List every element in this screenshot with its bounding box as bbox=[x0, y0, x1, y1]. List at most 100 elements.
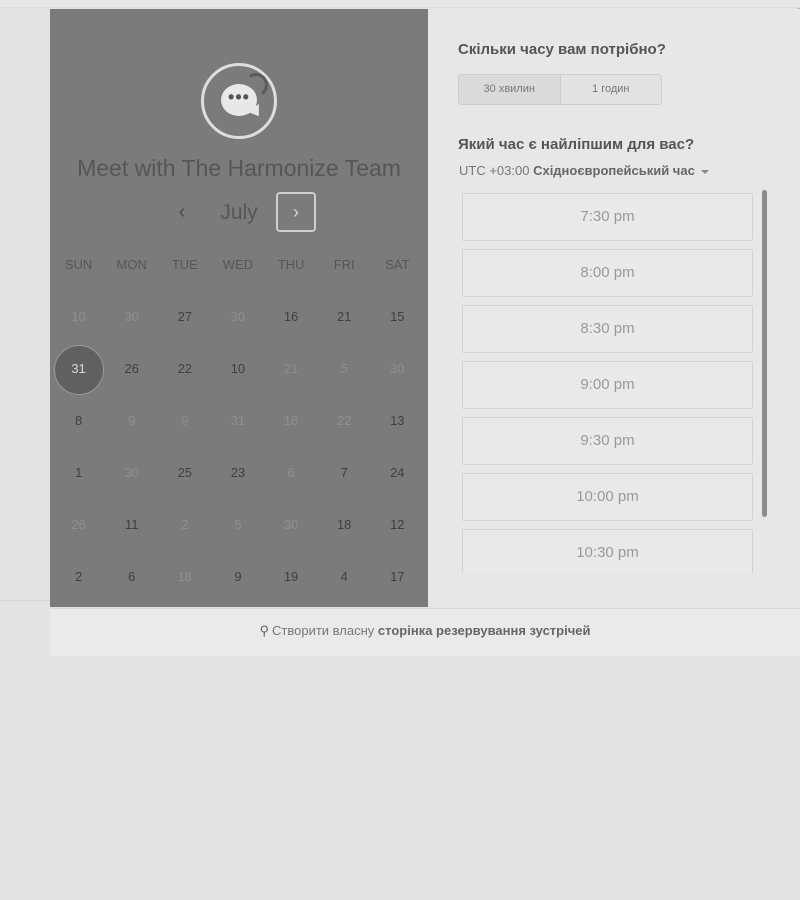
time-slot[interactable]: 9:30 pm bbox=[462, 417, 753, 465]
calendar-day[interactable]: 13 bbox=[371, 395, 424, 447]
calendar-day-number: 18 bbox=[283, 413, 299, 428]
weekday-label: WED bbox=[222, 257, 254, 272]
calendar-day-number: 26 bbox=[124, 361, 139, 376]
calendar-day-number: 9 bbox=[181, 413, 189, 428]
duration-option-1hour[interactable]: 1 годин bbox=[561, 75, 662, 104]
calendar-day-number: 26 bbox=[71, 517, 86, 532]
calendar-day[interactable]: 17 bbox=[371, 551, 424, 603]
time-slot[interactable]: 8:30 pm bbox=[462, 305, 753, 353]
calendar-day: 2 bbox=[158, 499, 211, 551]
calendar-day[interactable]: 6 bbox=[105, 551, 158, 603]
calendar-day[interactable]: 24 bbox=[371, 447, 424, 499]
calendar-day: 26 bbox=[52, 499, 105, 551]
calendar-day[interactable]: 9 bbox=[211, 551, 264, 603]
calendar-day[interactable]: 4 bbox=[318, 551, 371, 603]
time-question: Який час є найліпшим для вас? bbox=[458, 136, 695, 153]
meeting-title: Meet with The Harmonize Team bbox=[77, 155, 401, 181]
calendar-day-number: 13 bbox=[390, 413, 405, 428]
time-slot[interactable]: 10:00 pm bbox=[462, 473, 753, 521]
calendar-day[interactable]: 8 bbox=[52, 395, 105, 447]
calendar-week-row: 31 26 22 10 21 5 30 bbox=[52, 343, 424, 395]
prev-month-button[interactable]: ‹ bbox=[168, 199, 196, 227]
calendar-day[interactable]: 19 bbox=[265, 551, 318, 603]
calendar-day-number: 16 bbox=[283, 309, 299, 324]
calendar-day[interactable]: 12 bbox=[371, 499, 424, 551]
weekday-label: THU bbox=[277, 257, 305, 272]
weekday-label: SUN bbox=[64, 257, 93, 272]
calendar-day[interactable]: 11 bbox=[105, 499, 158, 551]
calendar-day-number: 7 bbox=[340, 465, 348, 480]
calendar-day: 31 bbox=[211, 395, 264, 447]
calendar-day-selected[interactable]: 31 bbox=[52, 343, 105, 395]
calendar-day-number: 30 bbox=[124, 465, 139, 480]
time-slot[interactable]: 8:00 pm bbox=[462, 249, 753, 297]
footer-link[interactable]: сторінка резервування зустрічей bbox=[378, 623, 591, 638]
calendar-day[interactable]: 25 bbox=[158, 447, 211, 499]
timezone-selector[interactable]: UTC +03:00 Східноєвропейський час bbox=[459, 163, 709, 178]
calendar-day: 5 bbox=[211, 499, 264, 551]
footer-text: Створити власну bbox=[272, 623, 375, 638]
calendar-day-number: 15 bbox=[390, 309, 405, 324]
calendar-day[interactable]: 21 bbox=[318, 291, 371, 343]
calendar-week-row: 2 6 18 9 19 4 17 bbox=[52, 551, 424, 603]
calendar-day[interactable]: 27 bbox=[158, 291, 211, 343]
calendar-day-number: 18 bbox=[336, 517, 352, 532]
calendar-day-number: 6 bbox=[128, 569, 136, 584]
calendar-day[interactable]: 23 bbox=[211, 447, 264, 499]
calendar-day[interactable]: 22 bbox=[158, 343, 211, 395]
weekday-header: SUN MON TUE WED THU FRI SAT bbox=[52, 257, 424, 272]
time-slot[interactable]: 10:30 pm bbox=[462, 529, 753, 573]
calendar-day-number: 21 bbox=[283, 361, 299, 376]
calendar-day: 22 bbox=[318, 395, 371, 447]
calendar-day[interactable]: 18 bbox=[318, 499, 371, 551]
calendar-day[interactable]: 2 bbox=[52, 551, 105, 603]
calendar-day-number: 27 bbox=[177, 309, 193, 324]
calendar-day-number: 30 bbox=[283, 517, 299, 532]
calendar-day-number: 5 bbox=[340, 361, 348, 376]
month-label: July bbox=[220, 201, 258, 224]
footer-bar: ⚲ Створити власну сторінка резервування з… bbox=[50, 608, 800, 656]
calendar-day-number: 23 bbox=[230, 465, 246, 480]
duration-toggle: 30 хвилин 1 годин bbox=[458, 74, 662, 105]
calendar-day-number: 9 bbox=[128, 413, 136, 428]
calendar-day: 21 bbox=[265, 343, 318, 395]
time-slot-scrollbar[interactable] bbox=[762, 190, 767, 517]
timezone-offset: UTC +03:00 bbox=[459, 163, 530, 178]
calendar-day[interactable]: 1 bbox=[52, 447, 105, 499]
calendar-week-row: 26 11 2 5 30 18 12 bbox=[52, 499, 424, 551]
calendar-day[interactable]: 15 bbox=[371, 291, 424, 343]
calendar-day-number: 30 bbox=[390, 361, 405, 376]
calendar-day[interactable]: 7 bbox=[318, 447, 371, 499]
calendar-day: 30 bbox=[105, 447, 158, 499]
calendar-day-number: 19 bbox=[283, 569, 299, 584]
calendar-day[interactable]: 16 bbox=[265, 291, 318, 343]
calendar-day-number: 30 bbox=[230, 309, 246, 324]
chat-bubble-logo-icon: ••• bbox=[201, 63, 277, 139]
calendar-day-number: 17 bbox=[390, 569, 405, 584]
weekday-label: TUE bbox=[171, 257, 198, 272]
calendar-day[interactable]: 26 bbox=[105, 343, 158, 395]
weekday-label: FRI bbox=[333, 257, 355, 272]
calendar-day-number: 22 bbox=[336, 413, 352, 428]
next-month-button[interactable]: › bbox=[276, 192, 316, 232]
calendar-day-number: 11 bbox=[124, 517, 139, 532]
calendar-day-number: 6 bbox=[287, 465, 295, 480]
calendar-week-row: 8 9 9 31 18 22 13 bbox=[52, 395, 424, 447]
calendar-day[interactable]: 10 bbox=[211, 343, 264, 395]
time-panel: Скільки часу вам потрібно? 30 хвилин 1 г… bbox=[428, 9, 800, 607]
calendar-week-row: 1 30 25 23 6 7 24 bbox=[52, 447, 424, 499]
duration-option-30min[interactable]: 30 хвилин bbox=[459, 75, 561, 104]
calendar-day-number: 2 bbox=[181, 517, 189, 532]
calendar-day: 5 bbox=[318, 343, 371, 395]
duration-question: Скільки часу вам потрібно? bbox=[458, 41, 666, 58]
calendar-day-number: 22 bbox=[177, 361, 193, 376]
time-slot-list: 7:30 pm 8:00 pm 8:30 pm 9:00 pm 9:30 pm … bbox=[462, 193, 754, 573]
calendar-day: 30 bbox=[371, 343, 424, 395]
time-slot[interactable]: 7:30 pm bbox=[462, 193, 753, 241]
calendar-day-number: 24 bbox=[390, 465, 405, 480]
time-slot[interactable]: 9:00 pm bbox=[462, 361, 753, 409]
calendar-day: 9 bbox=[158, 395, 211, 447]
calendar-day-number: 8 bbox=[74, 413, 83, 428]
calendar-day-number: 2 bbox=[74, 569, 83, 584]
calendar-day: 30 bbox=[105, 291, 158, 343]
